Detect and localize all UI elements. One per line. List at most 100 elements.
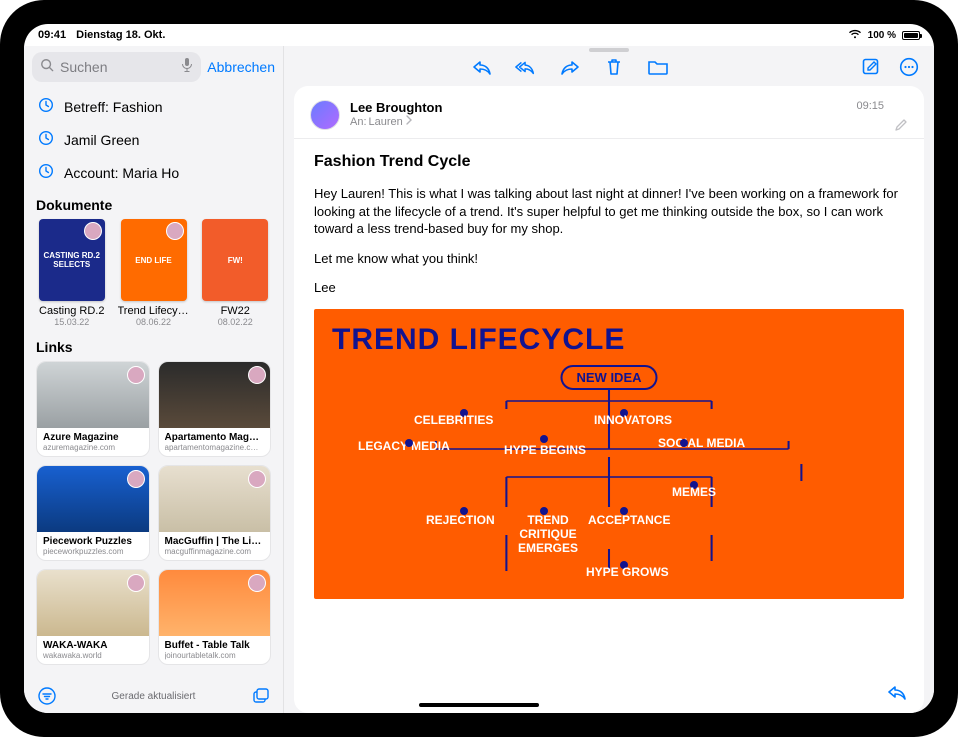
message-subject: Fashion Trend Cycle <box>314 153 904 171</box>
status-time: 09:41 <box>38 29 66 41</box>
link-thumb <box>37 466 149 532</box>
link-card[interactable]: MacGuffin | The Lif…macguffinmagazine.co… <box>158 465 272 561</box>
to-name: Lauren <box>369 116 403 128</box>
more-icon[interactable] <box>898 56 920 78</box>
graphic-node-social-media: SOCIAL MEDIA <box>658 436 745 450</box>
avatar <box>127 470 145 488</box>
graphic-node-rejection: REJECTION <box>426 513 495 527</box>
suggestion-label: Account: Maria Ho <box>64 165 179 181</box>
document-thumb: FW! <box>202 219 268 301</box>
trash-icon[interactable] <box>603 56 625 78</box>
reply-icon[interactable] <box>471 56 493 78</box>
sender-name[interactable]: Lee Broughton <box>350 100 908 115</box>
link-card[interactable]: WAKA-WAKAwakawaka.world <box>36 569 150 665</box>
graphic-node-legacy-media: LEGACY MEDIA <box>358 439 450 453</box>
forward-icon[interactable] <box>559 56 581 78</box>
home-indicator[interactable] <box>419 703 539 707</box>
avatar <box>248 366 266 384</box>
compose-window-icon[interactable] <box>249 685 271 707</box>
filter-icon[interactable] <box>36 685 58 707</box>
link-url: macguffinmagazine.com <box>165 547 265 556</box>
body-paragraph: Let me know what you think! <box>314 250 904 268</box>
search-input[interactable]: Suchen <box>32 52 201 82</box>
annotate-icon[interactable] <box>894 118 908 137</box>
link-title: WAKA-WAKA <box>43 640 143 651</box>
document-item[interactable]: END LIFE Trend Lifecycle 08.06.22 <box>118 219 190 327</box>
avatar <box>248 470 266 488</box>
link-thumb <box>37 362 149 428</box>
link-card[interactable]: Apartamento Maga…apartamentomagazine.c… <box>158 361 272 457</box>
avatar <box>166 222 184 240</box>
to-line[interactable]: An: Lauren <box>350 115 908 128</box>
link-card[interactable]: Azure Magazineazuremagazine.com <box>36 361 150 457</box>
link-url: apartamentomagazine.c… <box>165 443 265 452</box>
cancel-button[interactable]: Abbrechen <box>207 59 275 75</box>
link-card[interactable]: Piecework Puzzlespieceworkpuzzles.com <box>36 465 150 561</box>
main-pane: Lee Broughton An: Lauren 09:15 <box>284 46 934 713</box>
avatar <box>127 366 145 384</box>
document-thumb: END LIFE <box>121 219 187 301</box>
link-thumb <box>37 570 149 636</box>
document-thumb: CASTING RD.2 SELECTS <box>39 219 105 301</box>
recent-icon <box>38 130 54 149</box>
recent-icon <box>38 163 54 182</box>
body-paragraph: Hey Lauren! This is what I was talking a… <box>314 185 904 238</box>
links-grid: Azure Magazineazuremagazine.com Apartame… <box>24 359 283 673</box>
link-title: Piecework Puzzles <box>43 536 143 547</box>
compose-icon[interactable] <box>860 56 882 78</box>
message-time: 09:15 <box>856 100 884 112</box>
graphic-node-trend-critique: TREND CRITIQUE EMERGES <box>508 513 588 555</box>
graphic-node-memes: MEMES <box>672 485 716 499</box>
search-icon <box>40 58 54 77</box>
link-title: Buffet - Table Talk <box>165 640 265 651</box>
document-item[interactable]: CASTING RD.2 SELECTS Casting RD.2 15.03.… <box>36 219 108 327</box>
avatar <box>127 574 145 592</box>
suggestion-item[interactable]: Betreff: Fashion <box>24 90 283 123</box>
graphic-node-acceptance: ACCEPTANCE <box>588 513 670 527</box>
link-card[interactable]: Buffet - Table Talkjoinourtabletalk.com <box>158 569 272 665</box>
search-placeholder: Suchen <box>60 59 175 75</box>
documents-header: Dokumente <box>24 191 283 217</box>
document-title: Trend Lifecycle <box>118 305 190 317</box>
graphic-node-new-idea: NEW IDEA <box>561 365 658 390</box>
message-body: Fashion Trend Cycle Hey Lauren! This is … <box>294 139 924 599</box>
graphic-node-innovators: INNOVATORS <box>594 413 672 427</box>
graphic-node-celebrities: CELEBRITIES <box>414 413 493 427</box>
mic-icon[interactable] <box>181 57 193 78</box>
graphic-node-hype-grows: HYPE GROWS <box>586 565 669 579</box>
link-title: Azure Magazine <box>43 432 143 443</box>
message-header: Lee Broughton An: Lauren 09:15 <box>294 86 924 139</box>
link-url: joinourtabletalk.com <box>165 651 265 660</box>
suggestion-label: Betreff: Fashion <box>64 99 163 115</box>
link-thumb <box>159 362 271 428</box>
to-label: An: <box>350 116 367 128</box>
suggestion-item[interactable]: Jamil Green <box>24 123 283 156</box>
suggestion-item[interactable]: Account: Maria Ho <box>24 156 283 189</box>
chevron-right-icon <box>405 115 413 128</box>
link-title: Apartamento Maga… <box>165 432 265 443</box>
links-header: Links <box>24 333 283 359</box>
sidebar-footer: Gerade aktualisiert <box>24 677 283 713</box>
document-item[interactable]: FW! FW22 08.02.22 <box>200 219 272 327</box>
document-title: FW22 <box>200 305 272 317</box>
recent-icon <box>38 97 54 116</box>
document-date: 08.06.22 <box>136 317 171 327</box>
message-card: Lee Broughton An: Lauren 09:15 <box>294 86 924 713</box>
reply-all-icon[interactable] <box>515 56 537 78</box>
document-title: Casting RD.2 <box>36 305 108 317</box>
battery-icon <box>902 31 920 40</box>
link-url: azuremagazine.com <box>43 443 143 452</box>
status-date: Dienstag 18. Okt. <box>76 29 165 41</box>
document-date: 08.02.22 <box>218 317 253 327</box>
quick-reply-icon[interactable] <box>886 681 908 703</box>
sender-avatar[interactable] <box>310 100 340 130</box>
graphic-node-hype-begins: HYPE BEGINS <box>504 443 586 457</box>
documents-row: CASTING RD.2 SELECTS Casting RD.2 15.03.… <box>24 217 283 333</box>
document-date: 15.03.22 <box>54 317 89 327</box>
move-folder-icon[interactable] <box>647 56 669 78</box>
link-thumb <box>159 570 271 636</box>
toolbar <box>284 52 934 86</box>
battery-percent: 100 % <box>868 30 896 41</box>
link-url: pieceworkpuzzles.com <box>43 547 143 556</box>
body-paragraph: Lee <box>314 279 904 297</box>
